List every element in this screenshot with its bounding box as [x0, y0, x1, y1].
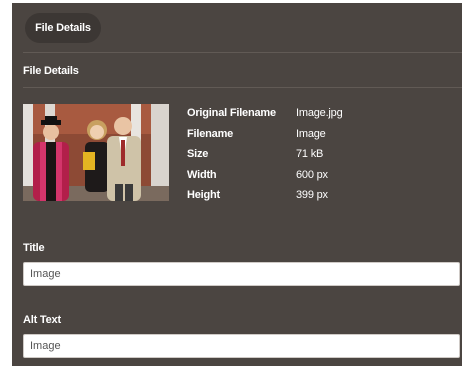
metadata-value: 600 px [296, 168, 328, 181]
image-thumbnail [23, 104, 169, 201]
alt-text-field-label: Alt Text [23, 314, 61, 326]
section-title: File Details [23, 65, 79, 77]
metadata-value: 71 kB [296, 148, 324, 161]
divider [23, 87, 462, 88]
metadata-value: 399 px [296, 189, 328, 202]
metadata-value: Image [296, 127, 326, 140]
tab-file-details[interactable]: File Details [25, 13, 101, 43]
metadata-label: Height [187, 189, 221, 202]
metadata-value: Image.jpg [296, 107, 343, 119]
title-field-label: Title [23, 242, 45, 254]
metadata-label: Filename [187, 127, 234, 140]
metadata-label: Width [187, 168, 217, 181]
divider [23, 52, 462, 53]
alt-text-input[interactable] [23, 334, 460, 358]
metadata-label: Original Filename [187, 107, 276, 119]
file-details-panel: File Details File Details Original Filen… [12, 3, 462, 366]
title-input[interactable] [23, 262, 460, 286]
metadata-label: Size [187, 148, 209, 161]
